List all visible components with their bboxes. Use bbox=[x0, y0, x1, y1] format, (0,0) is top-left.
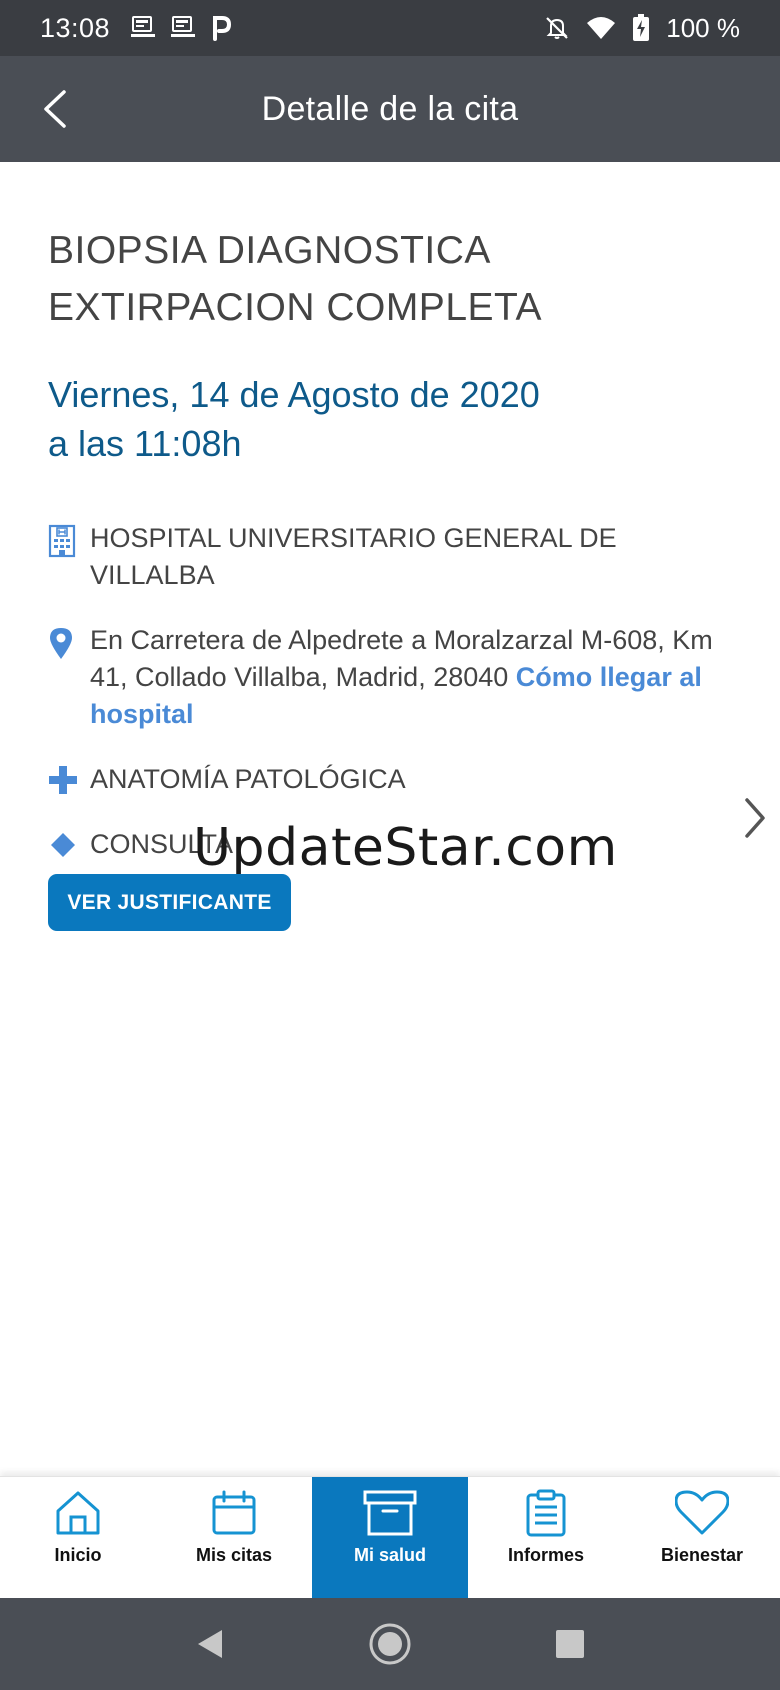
appointment-detail: BIOPSIA DIAGNOSTICA EXTIRPACION COMPLETA… bbox=[48, 162, 748, 863]
nav-item-bienestar[interactable]: Bienestar bbox=[624, 1477, 780, 1598]
appointment-date: Viernes, 14 de Agosto de 2020 a las 11:0… bbox=[48, 370, 748, 468]
medical-cross-icon bbox=[49, 766, 77, 794]
hospital-name: HOSPITAL UNIVERSITARIO GENERAL DE VILLAL… bbox=[90, 523, 617, 590]
nav-item-mis-citas[interactable]: Mis citas bbox=[156, 1477, 312, 1598]
procedure-line-2: EXTIRPACION COMPLETA bbox=[48, 286, 542, 329]
address-row: En Carretera de Alpedrete a Moralzarzal … bbox=[48, 622, 748, 733]
app-header: Detalle de la cita bbox=[0, 56, 780, 162]
nav-label-informes: Informes bbox=[507, 1545, 585, 1565]
map-pin-icon bbox=[50, 628, 72, 659]
watermark: UpdateStar.com bbox=[193, 818, 618, 878]
system-status: 100 % bbox=[544, 13, 740, 44]
chevron-left-icon bbox=[44, 90, 66, 128]
procedure-line-1: BIOPSIA DIAGNOSTICA bbox=[48, 229, 491, 272]
triangle-back-icon bbox=[198, 1630, 222, 1658]
nav-label-mis-citas: Mis citas bbox=[195, 1545, 273, 1565]
nav-item-mi-salud[interactable]: Mi salud bbox=[312, 1477, 468, 1598]
wifi-icon bbox=[587, 17, 616, 39]
system-home-button[interactable] bbox=[360, 1614, 420, 1674]
hospital-building-icon bbox=[48, 524, 76, 558]
page-title: Detalle de la cita bbox=[261, 89, 519, 128]
status-time: 13:08 bbox=[40, 12, 111, 43]
battery-percent: 100 % bbox=[666, 12, 740, 43]
battery-charging-icon bbox=[633, 14, 650, 41]
system-nav-bar bbox=[0, 1598, 780, 1690]
saludmadrid-icon bbox=[171, 16, 196, 37]
bottom-nav: Inicio Mis citas Mi salud Informes Biene… bbox=[0, 1476, 780, 1598]
address-text: En Carretera de Alpedrete a Moralzarzal … bbox=[90, 622, 748, 733]
bell-off-icon bbox=[546, 17, 569, 39]
back-button[interactable] bbox=[30, 84, 80, 134]
heart-icon bbox=[675, 1490, 729, 1535]
status-bar: 13:08 100 % bbox=[0, 0, 780, 56]
nav-item-inicio[interactable]: Inicio bbox=[0, 1477, 156, 1598]
parking-p-icon bbox=[213, 16, 232, 41]
nav-label-mi-salud: Mi salud bbox=[353, 1545, 426, 1565]
home-icon bbox=[56, 1491, 100, 1535]
system-back-button[interactable] bbox=[180, 1614, 240, 1674]
nav-label-inicio: Inicio bbox=[54, 1545, 102, 1565]
circle-home-icon bbox=[369, 1623, 411, 1665]
next-chevron-button[interactable] bbox=[742, 796, 768, 851]
clipboard-icon bbox=[526, 1489, 566, 1537]
calendar-icon bbox=[212, 1490, 256, 1535]
system-recents-button[interactable] bbox=[540, 1614, 600, 1674]
square-recents-icon bbox=[556, 1630, 584, 1658]
notification-icons bbox=[130, 15, 232, 41]
procedure-title: BIOPSIA DIAGNOSTICA EXTIRPACION COMPLETA bbox=[48, 222, 748, 336]
date-line-1: Viernes, 14 de Agosto de 2020 bbox=[48, 374, 540, 415]
archive-box-icon bbox=[363, 1490, 417, 1536]
date-line-2: a las 11:08h bbox=[48, 423, 242, 464]
chevron-right-icon bbox=[745, 798, 765, 838]
nav-label-bienestar: Bienestar bbox=[660, 1545, 744, 1565]
ver-justificante-button[interactable]: VER JUSTIFICANTE bbox=[48, 874, 291, 931]
hospital-row: HOSPITAL UNIVERSITARIO GENERAL DE VILLAL… bbox=[48, 520, 748, 594]
service-row: ANATOMÍA PATOLÓGICA bbox=[48, 761, 748, 798]
service-name: ANATOMÍA PATOLÓGICA bbox=[90, 764, 406, 794]
diamond-icon bbox=[51, 833, 75, 857]
nav-item-informes[interactable]: Informes bbox=[468, 1477, 624, 1598]
saludmadrid-icon bbox=[131, 16, 156, 37]
